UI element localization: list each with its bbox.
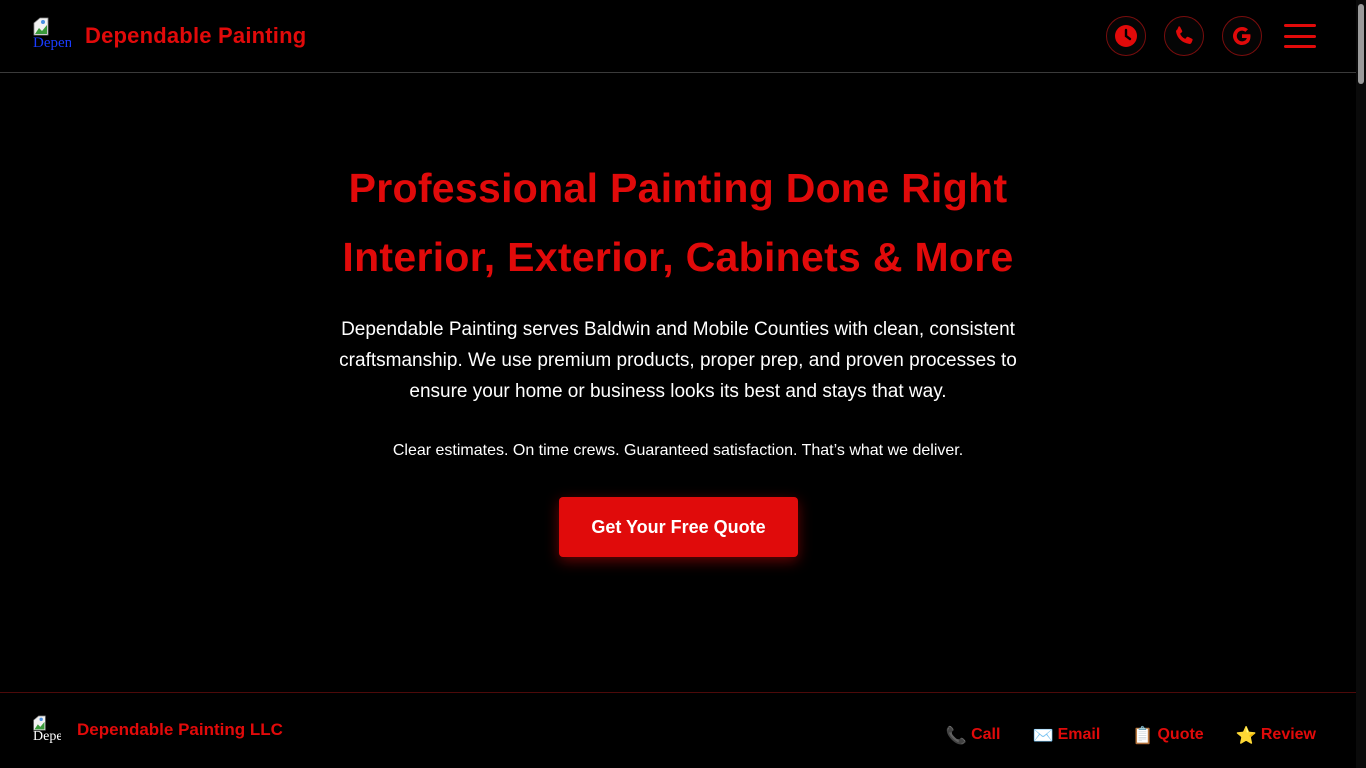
footer-bar: Dependable Painting LLC Dependable Paint… bbox=[0, 692, 1356, 768]
brand-name: Dependable Painting bbox=[85, 23, 307, 48]
footer-link-label: Quote bbox=[1157, 726, 1204, 743]
call-button[interactable] bbox=[1164, 16, 1204, 56]
footer-link-label: Email bbox=[1057, 726, 1101, 743]
star-icon: ⭐ bbox=[1235, 725, 1257, 745]
broken-image-icon bbox=[33, 17, 49, 35]
footer-links: 📞 Call ✉️ Email 📋 Quote ⭐ Review bbox=[946, 726, 1316, 744]
footer-link-label: Review bbox=[1260, 726, 1316, 743]
free-quote-button[interactable]: Get Your Free Quote bbox=[559, 497, 798, 557]
footer-logo-image: Dependable Painting LLC bbox=[32, 715, 61, 744]
page: Dependable Painting Dependable Painting bbox=[0, 0, 1366, 768]
footer-brand[interactable]: Dependable Painting LLC Dependable Paint… bbox=[32, 715, 283, 744]
vertical-scrollbar[interactable] bbox=[1356, 0, 1366, 768]
footer-email-link[interactable]: ✉️ Email bbox=[1032, 726, 1100, 744]
google-reviews-button[interactable] bbox=[1222, 16, 1262, 56]
footer-review-link[interactable]: ⭐ Review bbox=[1236, 726, 1316, 744]
menu-bar bbox=[1284, 45, 1316, 48]
footer-link-label: Call bbox=[971, 726, 1001, 743]
footer-company-name: Dependable Painting LLC bbox=[77, 719, 283, 739]
hero-section: Professional Painting Done Right Interio… bbox=[0, 73, 1356, 692]
footer-call-link[interactable]: 📞 Call bbox=[946, 726, 1001, 744]
envelope-icon: ✉️ bbox=[1032, 725, 1054, 745]
phone-icon bbox=[1176, 26, 1193, 44]
logo-alt-text: Dependable Painting bbox=[33, 34, 71, 51]
header-actions bbox=[1106, 16, 1316, 56]
hero-subtitle: Interior, Exterior, Cabinets & More bbox=[342, 234, 1014, 280]
menu-bar bbox=[1284, 24, 1316, 27]
scrollbar-thumb[interactable] bbox=[1358, 4, 1364, 84]
menu-bar bbox=[1284, 34, 1316, 38]
site-header: Dependable Painting Dependable Painting bbox=[0, 0, 1356, 73]
hamburger-menu-icon[interactable] bbox=[1284, 24, 1316, 48]
clock-icon bbox=[1115, 25, 1137, 47]
logo-image: Dependable Painting bbox=[32, 17, 71, 56]
footer-quote-link[interactable]: 📋 Quote bbox=[1132, 726, 1203, 744]
google-icon bbox=[1233, 27, 1251, 45]
hero-title: Professional Painting Done Right bbox=[348, 165, 1008, 211]
footer-logo-alt-text: Dependable Painting LLC bbox=[33, 729, 61, 744]
hours-button[interactable] bbox=[1106, 16, 1146, 56]
phone-icon: 📞 bbox=[945, 725, 968, 745]
clipboard-icon: 📋 bbox=[1132, 725, 1154, 745]
hero-description: Dependable Painting serves Baldwin and M… bbox=[339, 319, 1017, 402]
hero-tagline: Clear estimates. On time crews. Guarante… bbox=[392, 442, 964, 459]
brand-link[interactable]: Dependable Painting Dependable Painting bbox=[32, 17, 306, 56]
